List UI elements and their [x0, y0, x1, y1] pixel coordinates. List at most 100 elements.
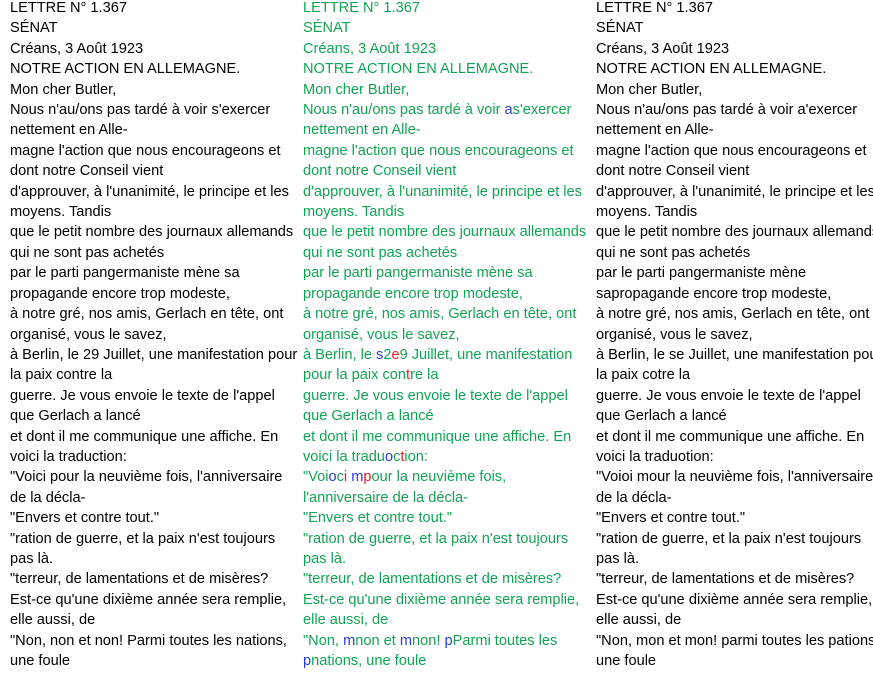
text-line: magne l'action que nous encourageons et	[596, 141, 868, 161]
text-line: pas là.	[303, 549, 575, 569]
text-line: "Voioi mour la neuvième fois, l'annivers…	[596, 467, 873, 487]
text-line: que Gerlach a lancé	[10, 406, 282, 426]
text-line: qui ne sont pas achetés	[303, 243, 575, 263]
text-segment: pour la paix con	[303, 367, 407, 384]
text-line: elle aussi, de	[596, 610, 868, 630]
text-segment: que le petit nombre des journaux alleman…	[596, 224, 873, 241]
text-line: "Envers et contre tout."	[596, 508, 868, 528]
text-segment: et dont il me communique une affiche. En	[596, 428, 865, 445]
text-segment: organisé, vous le savez,	[10, 326, 167, 343]
text-segment: à notre gré, nos amis, Gerlach en tête, …	[303, 306, 577, 323]
text-line: "terreur, de lamentations et de misères?	[10, 569, 282, 589]
text-line: à Berlin, le se Juillet, une manifestati…	[596, 345, 873, 365]
text-segment: Nous n'au/ons pas tardé à voir	[303, 102, 505, 119]
text-segment: propagande encore trop modeste,	[303, 285, 523, 302]
text-line: organisé, vous le savez,	[596, 325, 868, 345]
text-segment: une foule	[596, 653, 657, 669]
text-segment: nettement en Alle-	[303, 122, 421, 139]
text-segment: NOTRE ACTION EN ALLEMAGNE.	[303, 61, 534, 78]
text-segment: à notre gré, nos amis, Gerlach en tête, …	[10, 306, 284, 323]
reference-text-column: LETTRE N° 1.367 SÉNAT Créans, 3 Août 1923 N…	[10, 0, 297, 671]
text-line: l'anniversaire de la décla-	[303, 488, 575, 508]
text-line: qui ne sont pas achetés	[596, 243, 868, 263]
text-segment: ion:	[404, 448, 428, 465]
text-line: LETTRE N° 1.367	[596, 0, 868, 18]
inserted-char: m	[343, 632, 356, 649]
text-line: "Non, mnon et mnon! pParmi toutes les	[303, 631, 575, 651]
text-segment: dont notre Conseil vient	[596, 163, 750, 180]
text-segment: voici la traduction:	[10, 448, 127, 465]
text-segment: elle aussi, de	[10, 612, 96, 629]
text-segment: par le parti pangermaniste mène	[596, 265, 807, 282]
text-line: et dont il me communique une affiche. En	[596, 427, 868, 447]
ocr-text-column: LETTRE N° 1.367 SÉNAT Créans, 3 Août 1923 N…	[596, 0, 873, 671]
text-segment: pas là.	[10, 550, 53, 567]
text-segment: dont notre Conseil vient	[303, 163, 457, 180]
text-line: qui ne sont pas achetés	[10, 243, 282, 263]
text-segment: par le parti pangermaniste mène sa	[10, 265, 240, 282]
text-line: Créans, 3 Août 1923	[10, 39, 282, 59]
text-line: propagande encore trop modeste,	[10, 284, 282, 304]
text-segment: que Gerlach a lancé	[303, 408, 434, 425]
text-line: Créans, 3 Août 1923	[303, 39, 575, 59]
text-segment: guerre. Je vous envoie le texte de l'app…	[596, 387, 861, 404]
text-segment: Mon cher Butler,	[303, 81, 410, 98]
text-line: "terreur, de lamentations et de misères?	[303, 569, 575, 589]
text-segment: Créans, 3 Août 1923	[303, 40, 437, 57]
inserted-char: m	[399, 632, 413, 649]
text-segment: c	[336, 469, 344, 486]
text-segment: sapropagande encore trop modeste,	[596, 285, 832, 302]
text-segment: Juillet, une manifestation	[407, 346, 573, 363]
text-line: que le petit nombre des journaux alleman…	[10, 222, 293, 242]
text-segment: "Voioi mour la neuvième fois, l'annivers…	[596, 469, 873, 486]
text-segment: "ration de guerre, et la paix n'est touj…	[596, 530, 862, 547]
text-line: "Non, mon et mon! parmi toutes les patio…	[596, 631, 873, 651]
text-segment: "terreur, de lamentations et de misères?	[596, 571, 855, 588]
text-segment: la paix contre la	[10, 367, 113, 384]
text-line: "terreur, de lamentations et de misères?	[596, 569, 868, 589]
text-segment: qui ne sont pas achetés	[596, 244, 751, 261]
text-segment: magne l'action que nous encourageons et	[303, 142, 574, 159]
text-segment: à Berlin, le 29 Juillet, une manifestati…	[10, 346, 298, 363]
text-segment: pas là.	[303, 550, 346, 567]
text-segment: "Envers et contre tout."	[596, 510, 746, 527]
inserted-char: m	[351, 469, 364, 486]
diff-text-column: LETTRE N° 1.367 SÉNAT Créans, 3 Août 1923 N…	[303, 0, 586, 671]
text-line: dont notre Conseil vient	[596, 161, 868, 181]
text-segment: "ration de guerre, et la paix n'est touj…	[10, 530, 276, 547]
text-line: la paix cotre la	[596, 365, 868, 385]
text-line: Nous n'au/ons pas tardé à voir as'exerce…	[303, 100, 575, 120]
text-line: par le parti pangermaniste mène sa	[303, 263, 575, 283]
text-line: d'approuver, à l'unanimité, le principe …	[596, 182, 873, 202]
text-line: organisé, vous le savez,	[10, 325, 282, 345]
text-segment: d'approuver, à l'unanimité, le principe …	[10, 183, 289, 200]
text-line: voici la traduction:	[10, 447, 282, 467]
text-segment: par le parti pangermaniste mène sa	[303, 265, 533, 282]
text-segment: voici la tradu	[303, 448, 385, 465]
text-segment: "Voici pour la neuvième fois, l'annivers…	[10, 469, 283, 486]
text-segment: et dont il me communique une affiche. En	[303, 428, 572, 445]
text-segment: NOTRE ACTION EN ALLEMAGNE.	[10, 61, 241, 78]
text-segment: guerre. Je vous envoie le texte de l'app…	[303, 387, 568, 404]
text-line: voici la traduoction:	[303, 447, 575, 467]
text-segment: Est-ce qu'une dixième année sera remplie…	[303, 591, 580, 608]
text-segment: "Envers et contre tout."	[303, 510, 453, 527]
text-line: Est-ce qu'une dixième année sera remplie…	[10, 590, 286, 610]
text-segment: l'anniversaire de la décla-	[303, 489, 469, 506]
text-line: que le petit nombre des journaux alleman…	[596, 222, 873, 242]
inserted-char: o	[328, 469, 337, 486]
text-line: "Voici pour la neuvième fois, l'annivers…	[10, 467, 282, 487]
text-line: "Envers et contre tout."	[10, 508, 282, 528]
text-segment: nettement en Alle-	[10, 122, 128, 139]
deleted-char: p	[363, 469, 372, 486]
text-segment: on et	[363, 632, 400, 649]
text-segment: LETTRE N° 1.367	[10, 0, 127, 16]
text-line: sapropagande encore trop modeste,	[596, 284, 868, 304]
text-line: "Voioci mpour la neuvième fois,	[303, 467, 575, 487]
text-segment: Est-ce qu'une dixième année sera remplie…	[596, 591, 873, 608]
text-line: par le parti pangermaniste mène	[596, 263, 868, 283]
text-segment: Nous n'au/ons pas tardé à voir s'exercer	[10, 102, 271, 119]
inserted-char: o	[384, 448, 394, 465]
text-line: elle aussi, de	[303, 610, 575, 630]
text-line: magne l'action que nous encourageons et	[303, 141, 575, 161]
